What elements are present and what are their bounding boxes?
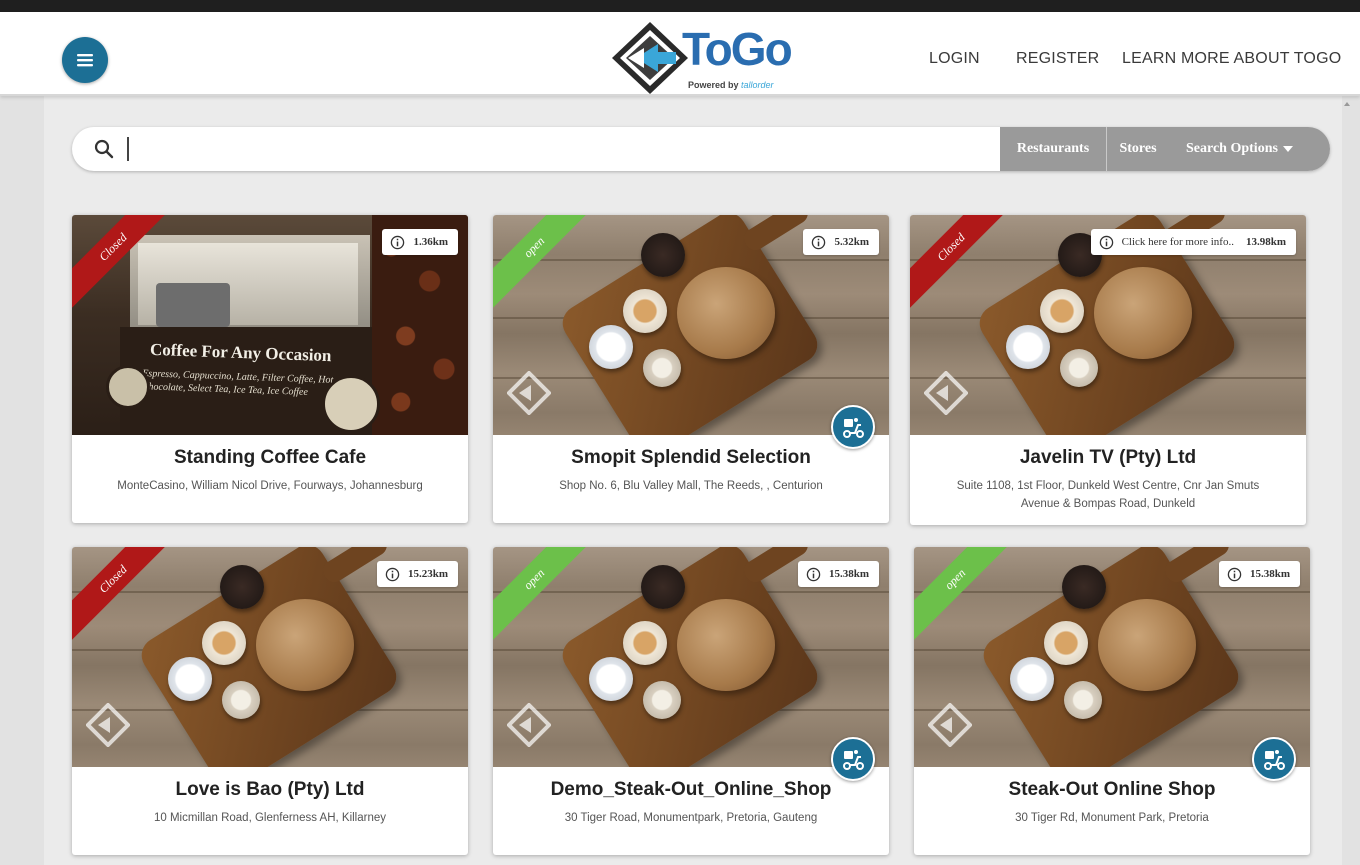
nav-register[interactable]: REGISTER bbox=[1016, 50, 1099, 68]
store-image: open 15.38km bbox=[493, 547, 889, 767]
distance-value: 13.98km bbox=[1245, 236, 1286, 248]
search-input[interactable] bbox=[124, 135, 984, 163]
search-icon[interactable] bbox=[94, 139, 114, 159]
distance-value: 15.38km bbox=[828, 568, 869, 580]
delivery-button[interactable] bbox=[1252, 737, 1296, 781]
togo-watermark-icon bbox=[924, 371, 968, 415]
store-card[interactable]: open 15.38km Demo_Steak-Out_Online_Shop … bbox=[493, 547, 889, 855]
info-icon bbox=[806, 567, 821, 581]
card-body: Javelin TV (Pty) Ltd Suite 1108, 1st Flo… bbox=[910, 435, 1306, 513]
filter-restaurants-button[interactable]: Restaurants bbox=[1000, 127, 1106, 171]
scroll-up-arrow-icon[interactable] bbox=[1344, 102, 1350, 106]
distance-badge[interactable]: Click here for more info.. 13.98km bbox=[1090, 229, 1296, 255]
store-title: Standing Coffee Cafe bbox=[173, 447, 367, 468]
store-card[interactable]: Coffee For Any Occasion Espresso, Cappuc… bbox=[72, 215, 468, 523]
store-title: Javelin TV (Pty) Ltd bbox=[1019, 447, 1197, 468]
info-icon bbox=[391, 235, 405, 249]
caret-down-icon bbox=[1282, 146, 1293, 152]
card-body: Steak-Out Online Shop 30 Tiger Rd, Monum… bbox=[914, 767, 1310, 827]
distance-value: 15.38km bbox=[1249, 568, 1290, 580]
distance-value: 15.23km bbox=[407, 568, 448, 580]
store-card[interactable]: open 15.38km Steak-Out Online Shop 30 Ti… bbox=[914, 547, 1310, 855]
card-body: Smopit Splendid Selection Shop No. 6, Bl… bbox=[493, 435, 889, 495]
store-address: MonteCasino, William Nicol Drive, Fourwa… bbox=[117, 480, 423, 492]
distance-badge[interactable]: 15.23km bbox=[376, 561, 458, 587]
store-address: 30 Tiger Road, Monumentpark, Pretoria, G… bbox=[564, 812, 818, 824]
bread-loaf bbox=[1094, 267, 1192, 359]
distance-badge[interactable]: 15.38km bbox=[1218, 561, 1300, 587]
info-icon bbox=[1099, 235, 1113, 249]
bread-loaf bbox=[1098, 599, 1196, 691]
bread-loaf bbox=[677, 599, 775, 691]
logo-tagline: Powered by tallorder bbox=[688, 80, 774, 90]
togo-logo[interactable]: ToGo Powered by tallorder bbox=[610, 20, 800, 96]
nav-learn-more[interactable]: LEARN MORE ABOUT TOGO bbox=[1122, 50, 1341, 68]
togo-watermark-icon bbox=[86, 703, 130, 747]
store-card[interactable]: open 5.32km Smopit Splendid Selection Sh… bbox=[493, 215, 889, 523]
store-title: Demo_Steak-Out_Online_Shop bbox=[550, 779, 832, 800]
distance-badge[interactable]: 1.36km bbox=[382, 229, 458, 255]
togo-watermark-icon bbox=[928, 703, 972, 747]
logo-wordmark: ToGo bbox=[682, 23, 793, 75]
search-options-dropdown[interactable]: Search Options bbox=[1169, 127, 1330, 171]
site-header: ToGo Powered by tallorder LOGIN REGISTER… bbox=[0, 12, 1360, 96]
logo-diamond-icon bbox=[612, 22, 688, 94]
store-address: Shop No. 6, Blu Valley Mall, The Reeds, … bbox=[559, 480, 823, 492]
info-icon bbox=[385, 567, 400, 581]
store-card[interactable]: Closed 15.23km Love is Bao (Pty) Ltd 10 … bbox=[72, 547, 468, 855]
store-title: Smopit Splendid Selection bbox=[571, 447, 811, 468]
filter-stores-button[interactable]: Stores bbox=[1107, 127, 1169, 171]
store-image: Closed 15.23km bbox=[72, 547, 468, 767]
distance-badge[interactable]: 15.38km bbox=[797, 561, 879, 587]
distance-value: 5.32km bbox=[834, 236, 869, 248]
card-body: Demo_Steak-Out_Online_Shop 30 Tiger Road… bbox=[493, 767, 889, 827]
distance-value: 1.36km bbox=[413, 236, 448, 248]
card-body: Standing Coffee Cafe MonteCasino, Willia… bbox=[72, 435, 468, 495]
info-icon bbox=[812, 235, 826, 249]
store-card[interactable]: Closed Click here for more info.. 13.98k… bbox=[910, 215, 1306, 525]
togo-watermark-icon bbox=[507, 703, 551, 747]
store-title: Love is Bao (Pty) Ltd bbox=[175, 779, 365, 800]
store-address: 30 Tiger Rd, Monument Park, Pretoria bbox=[1015, 812, 1209, 824]
distance-hint: Click here for more info.. bbox=[1121, 236, 1234, 248]
store-image: Closed Click here for more info.. 13.98k… bbox=[910, 215, 1306, 435]
store-image: Coffee For Any Occasion Espresso, Cappuc… bbox=[72, 215, 468, 435]
store-title: Steak-Out Online Shop bbox=[1008, 779, 1216, 800]
logo-brand: tallorder bbox=[741, 80, 774, 90]
bread-loaf bbox=[677, 267, 775, 359]
search-options-label: Search Options bbox=[1186, 141, 1278, 156]
distance-badge[interactable]: 5.32km bbox=[803, 229, 879, 255]
delivery-button[interactable] bbox=[831, 405, 875, 449]
store-image: open 5.32km bbox=[493, 215, 889, 435]
coffee-cafe-seal-icon bbox=[322, 375, 380, 433]
delivery-scooter-icon bbox=[843, 418, 864, 438]
menu-button[interactable] bbox=[62, 37, 108, 83]
delivery-scooter-icon bbox=[843, 750, 864, 770]
card-body: Love is Bao (Pty) Ltd 10 Micmillan Road,… bbox=[72, 767, 468, 827]
info-icon bbox=[1227, 567, 1242, 581]
store-address: 10 Micmillan Road, Glenferness AH, Killa… bbox=[153, 812, 387, 824]
coffee-cafe-seal-icon bbox=[106, 365, 150, 409]
nav-login[interactable]: LOGIN bbox=[929, 50, 980, 68]
search-bar: Restaurants Stores Search Options bbox=[72, 127, 1330, 171]
window-top-bar bbox=[0, 0, 1360, 12]
delivery-scooter-icon bbox=[1264, 750, 1285, 770]
delivery-button[interactable] bbox=[831, 737, 875, 781]
bread-loaf bbox=[256, 599, 354, 691]
togo-watermark-icon bbox=[507, 371, 551, 415]
store-address: Suite 1108, 1st Floor, Dunkeld West Cent… bbox=[956, 480, 1260, 510]
hamburger-icon bbox=[77, 54, 93, 67]
store-image: open 15.38km bbox=[914, 547, 1310, 767]
